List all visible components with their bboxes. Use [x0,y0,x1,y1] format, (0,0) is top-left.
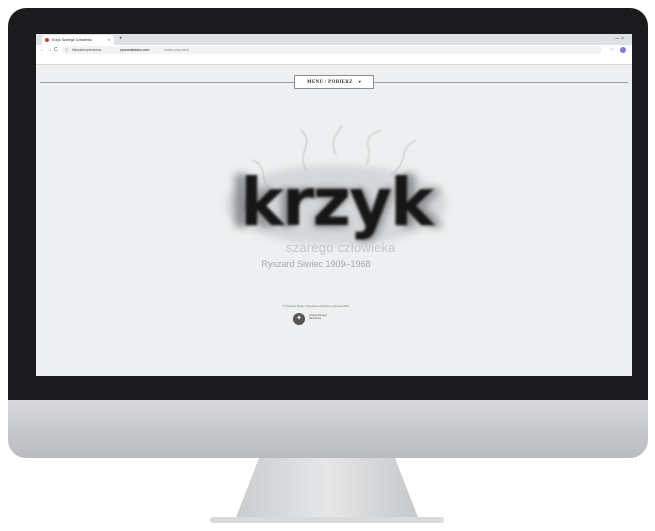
new-tab-button[interactable]: + [119,34,123,45]
forward-button[interactable]: → [47,45,52,55]
profile-avatar[interactable] [620,47,626,53]
tab-krzyk[interactable]: Krzyk Szarego Człowieka × [42,35,114,45]
info-icon[interactable]: ⓘ [65,46,69,54]
back-button[interactable]: ← [40,45,45,55]
reload-button[interactable]: C [54,45,58,55]
url-input[interactable]: ⓘ Niezabezpieczona ryszardsiwiec.com /in… [62,46,602,54]
copyright-text: © Ryszard Siwiec Narodowe Archiwum Cyfro… [282,304,350,308]
header-rule-right [374,82,628,83]
logo-word: krzyk [240,164,436,241]
page-content: MENU / POBIERZ ▾ krzyk krzyk szarego czł… [36,65,632,376]
bookmarks-bar: Aplikacjehttp://blogalacup50/Nowa kartaT… [36,55,632,65]
address-bar: ← → C ⓘ Niezabezpieczona ryszardsiwiec.c… [36,45,632,55]
url-path: /index.php.html [164,48,189,52]
menu-download-button[interactable]: MENU / POBIERZ ▾ [294,75,374,89]
header-rule-left [40,82,294,83]
author-line: Ryszard Siwiec 1909–1968 [261,259,371,269]
tab-bar: Krzyk Szarego Człowieka × + — × [36,34,632,45]
imac-monitor: Krzyk Szarego Człowieka × + — × ← → C ⓘ … [8,8,648,458]
stand-foot [210,517,444,523]
emblem-caption: Instytut Pamięci Narodowej [309,314,327,320]
site-favicon-icon [45,38,49,42]
monitor-stand [235,458,419,520]
security-label: Niezabezpieczona [72,48,102,52]
monitor-chin [8,400,648,458]
window-controls[interactable]: — × [615,34,624,45]
eagle-emblem-icon[interactable]: ✦ [293,313,305,325]
tab-title: Krzyk Szarego Człowieka [52,38,92,42]
bookmark-star-icon[interactable]: ☆ [610,45,614,55]
chevron-down-icon: ▾ [358,79,362,84]
tab-close-icon[interactable]: × [108,35,110,45]
site-subtitle: szarego człowieka [286,240,396,255]
menu-label: MENU / POBIERZ [306,80,353,85]
url-domain: ryszardsiwiec.com [120,48,150,52]
browser-window: Krzyk Szarego Człowieka × + — × ← → C ⓘ … [36,34,632,376]
